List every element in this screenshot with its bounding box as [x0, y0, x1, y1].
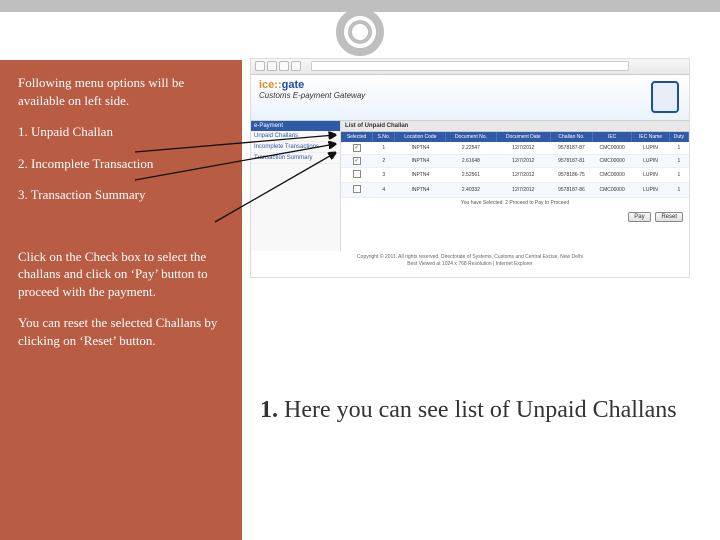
arrow-summary: [215, 153, 335, 222]
arrows-overlay: [0, 0, 720, 540]
slide: Following menu options will be available…: [0, 0, 720, 540]
